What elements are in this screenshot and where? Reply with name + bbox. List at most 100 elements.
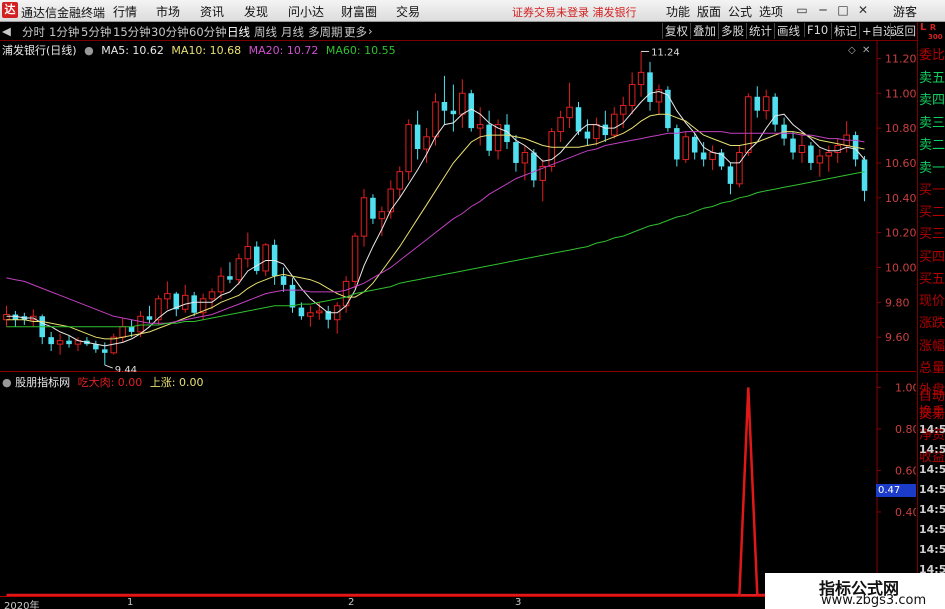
- period-30min[interactable]: 30分钟: [151, 24, 189, 40]
- indicator-panel[interactable]: 1.00 0.80 0.60 0.40 ● 股朋指标网 吃大肉: 0.00 上涨: 0…: [0, 373, 916, 596]
- guest-user[interactable]: 游客: [893, 3, 917, 20]
- period-weekly[interactable]: 周线: [254, 24, 277, 40]
- candle: [93, 340, 99, 353]
- side-toggle[interactable]: L R 300: [920, 23, 944, 42]
- indicator-menu-icon[interactable]: ●: [2, 376, 12, 389]
- cursor-value-badge: 0.47: [876, 484, 916, 497]
- date-label-month-2: 2: [348, 597, 355, 608]
- app-title: 通达信金融终端: [21, 6, 106, 20]
- y-tick-label: 10.60: [885, 157, 916, 170]
- side-row-11: 现价: [919, 294, 945, 309]
- candle-body: [861, 159, 868, 191]
- menu-function[interactable]: 功能: [666, 3, 690, 20]
- low-label: 9.44: [115, 365, 137, 372]
- menu-market[interactable]: 市场: [156, 3, 180, 20]
- btn-stats[interactable]: 统计: [746, 23, 774, 39]
- indicator-line-1: [6, 387, 865, 596]
- candle: [602, 110, 609, 143]
- y-tick-label: 10.80: [885, 122, 916, 135]
- menu-trade[interactable]: 交易: [396, 3, 420, 20]
- period-1min[interactable]: 1分钟: [49, 24, 79, 40]
- menu-layout[interactable]: 版面: [697, 3, 721, 20]
- indicator-chart[interactable]: 1.00 0.80 0.60 0.40: [0, 373, 916, 596]
- btn-overlay[interactable]: 叠加: [690, 23, 718, 39]
- menu-ask[interactable]: 问小达: [288, 3, 324, 20]
- candle: [736, 145, 743, 188]
- candle-body: [736, 151, 743, 185]
- candle-body: [593, 124, 600, 140]
- menu-wealth[interactable]: 财富圈: [341, 3, 377, 20]
- candle-body: [566, 106, 573, 119]
- indicator-label-1: 吃大肉: 0.00: [77, 376, 143, 389]
- candle: [610, 107, 618, 139]
- candle-body: [110, 336, 117, 354]
- ma-line-ma20: [6, 131, 865, 324]
- candle-body: [432, 101, 439, 138]
- side-row-8: 买三: [919, 227, 945, 242]
- candle-body: [834, 145, 841, 153]
- period-daily[interactable]: 日线: [227, 24, 250, 40]
- candle-body: [307, 312, 314, 317]
- candle: [66, 335, 72, 348]
- period-5min[interactable]: 5分钟: [81, 24, 111, 40]
- menu-options[interactable]: 选项: [759, 3, 783, 20]
- side-row-27: 14:56: [919, 543, 945, 556]
- candle-body: [137, 315, 144, 333]
- period-minute[interactable]: 分时: [22, 24, 45, 40]
- candle: [441, 75, 448, 125]
- period-monthly[interactable]: 月线: [281, 24, 304, 40]
- app-logo-icon: 达: [2, 2, 18, 18]
- diamond-icon: ◇: [848, 45, 856, 56]
- candle-body: [396, 171, 404, 190]
- close-icon[interactable]: ✕: [854, 2, 872, 19]
- more-chevron-icon[interactable]: ›: [368, 24, 373, 38]
- candle-body: [128, 326, 135, 332]
- settings-circle-icon[interactable]: ●: [84, 44, 94, 57]
- ind-y-tick-label: 1.00: [895, 381, 916, 394]
- candle: [333, 302, 341, 334]
- btn-f10[interactable]: F10: [804, 23, 830, 37]
- y-tick-label: 10.00: [885, 261, 916, 274]
- btn-mark[interactable]: 标记: [831, 23, 859, 39]
- side-row-6: 买一: [919, 183, 945, 198]
- menu-news[interactable]: 资讯: [200, 3, 224, 20]
- period-15min[interactable]: 15分钟: [113, 24, 151, 40]
- candle: [647, 61, 653, 111]
- candle-body: [102, 349, 108, 353]
- login-status[interactable]: 证券交易未登录 浦发银行: [512, 4, 637, 20]
- candle: [378, 206, 386, 237]
- candle: [674, 124, 680, 167]
- candle-body: [405, 124, 412, 173]
- candle-body: [262, 244, 269, 272]
- candle-body: [790, 138, 796, 153]
- kline-chart[interactable]: 11.20 11.00 10.80 10.60 10.40 10.20 10.00 9.80 9…: [0, 41, 916, 372]
- side-row-10: 买五: [919, 272, 945, 287]
- prev-icon[interactable]: ◀: [2, 24, 11, 38]
- stock-name: 浦发银行(日线): [2, 44, 77, 57]
- period-more[interactable]: 更多: [344, 24, 367, 40]
- minimize-icon[interactable]: ─: [814, 2, 832, 19]
- minimize-to-tray-icon[interactable]: ▭: [793, 2, 811, 19]
- kline-panel[interactable]: 11.20 11.00 10.80 10.60 10.40 10.20 10.00 9.80 9…: [0, 41, 916, 372]
- btn-draw[interactable]: 画线: [774, 23, 802, 39]
- candle-body: [584, 131, 591, 139]
- candle-body: [468, 93, 475, 129]
- candle-body: [772, 96, 778, 125]
- period-multi[interactable]: 多周期: [308, 24, 343, 40]
- candle: [593, 117, 600, 146]
- ma-line-ma10: [6, 113, 865, 340]
- menu-quotes[interactable]: 行情: [113, 3, 137, 20]
- candle: [227, 262, 233, 284]
- btn-multi-stock[interactable]: 多股: [718, 23, 746, 39]
- candle-body: [244, 246, 252, 260]
- candle-body: [816, 155, 824, 164]
- menu-discover[interactable]: 发现: [244, 3, 268, 20]
- btn-back[interactable]: 返回: [890, 23, 918, 39]
- menu-formula[interactable]: 公式: [728, 3, 752, 20]
- candle-body: [423, 136, 430, 150]
- maximize-icon[interactable]: □: [834, 2, 852, 19]
- period-60min[interactable]: 60分钟: [189, 24, 227, 40]
- btn-adjust[interactable]: 复权: [662, 23, 690, 39]
- date-label-month-3: 3: [515, 597, 522, 608]
- candle: [709, 145, 716, 170]
